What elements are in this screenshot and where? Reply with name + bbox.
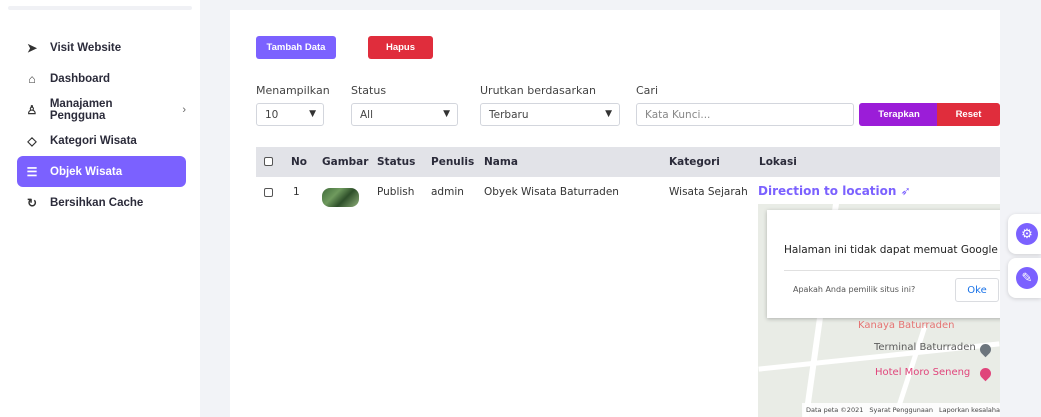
column-header-no: No — [291, 156, 308, 168]
column-header-category: Kategori — [669, 156, 720, 168]
sort-select[interactable]: Terbaru ▼ — [480, 103, 620, 126]
row-author: admin — [431, 186, 464, 198]
map-place-label: Hotel Moro Seneng — [875, 367, 971, 378]
status-select[interactable]: All ▼ — [351, 103, 458, 126]
chevron-right-icon: › — [182, 103, 186, 116]
sidebar-item-dashboard[interactable]: ⌂ Dashboard — [17, 63, 186, 94]
chevron-down-icon: ▼ — [443, 109, 450, 119]
column-header-image: Gambar — [322, 156, 369, 168]
row-thumbnail-image — [322, 188, 359, 207]
show-label: Menampilkan — [256, 84, 330, 97]
location-map[interactable]: Halaman ini tidak dapat memuat Google Ma… — [758, 204, 1000, 417]
show-count-select[interactable]: 10 ▼ — [256, 103, 324, 126]
direction-link[interactable]: Direction to location ➶ — [758, 184, 911, 198]
sidebar-item-label: Kategori Wisata — [50, 134, 137, 147]
chevron-down-icon: ▼ — [605, 109, 612, 119]
pencil-icon: ✎ — [1016, 267, 1038, 289]
column-header-location: Lokasi — [759, 156, 797, 168]
map-ok-button[interactable]: Oke — [955, 278, 999, 302]
sidebar-item-label: Dashboard — [50, 72, 111, 85]
column-header-status: Status — [377, 156, 416, 168]
row-status: Publish — [377, 186, 415, 198]
row-category: Wisata Sejarah — [669, 186, 748, 198]
sidebar-item-label: Manajamen Pengguna — [49, 97, 113, 122]
map-owner-question: Apakah Anda pemilik situs ini? — [793, 285, 916, 294]
sidebar-item-label: Visit Website — [50, 41, 122, 54]
search-label: Cari — [636, 84, 658, 97]
sort-label: Urutkan berdasarkan — [480, 84, 596, 97]
sidebar-item-label: Bersihkan Cache — [50, 196, 144, 209]
table-header: No Gambar Status Penulis Nama Kategori L… — [256, 147, 1000, 177]
delete-button[interactable]: Hapus — [368, 36, 433, 59]
status-label: Status — [351, 84, 387, 97]
sidebar-item-user-management[interactable]: ♙ Manajamen Pengguna › — [17, 94, 186, 125]
sidebar-item-visit-website[interactable]: ➤ Visit Website — [17, 32, 186, 63]
hotel-pin-icon — [977, 365, 994, 382]
sidebar-item-label: Objek Wisata — [50, 165, 123, 178]
map-report-link[interactable]: Laporkan kesalahan peta — [939, 406, 1000, 414]
row-name: Obyek Wisata Baturraden — [484, 186, 619, 198]
settings-float-button[interactable]: ⚙ — [1008, 214, 1041, 254]
content-card: Tambah Data Hapus Menampilkan 10 ▼ Statu… — [230, 10, 1000, 417]
sort-value: Terbaru — [489, 108, 529, 121]
map-error-title: Halaman ini tidak dapat memuat Google Ma… — [784, 244, 1000, 256]
sidebar: ➤ Visit Website ⌂ Dashboard ♙ Manajamen … — [0, 0, 200, 417]
tag-icon: ◇ — [27, 133, 37, 148]
column-header-name: Nama — [484, 156, 518, 168]
list-icon: ☰ — [26, 164, 38, 179]
sidebar-item-clear-cache[interactable]: ↻ Bersihkan Cache — [17, 187, 186, 218]
sidebar-item-tourism-objects[interactable]: ☰ Objek Wisata — [17, 156, 186, 187]
map-terms-link[interactable]: Syarat Penggunaan — [869, 406, 933, 414]
show-count-value: 10 — [265, 108, 279, 121]
home-icon: ⌂ — [28, 71, 36, 86]
sidebar-item-tourism-category[interactable]: ◇ Kategori Wisata — [17, 125, 186, 156]
sidebar-divider — [8, 6, 192, 10]
map-data-credit: Data peta ©2021 — [806, 406, 864, 414]
user-icon: ♙ — [26, 102, 38, 117]
select-all-checkbox[interactable] — [264, 157, 273, 166]
row-checkbox[interactable] — [264, 188, 273, 197]
column-header-author: Penulis — [431, 156, 475, 168]
map-footer: Data peta ©2021 Syarat Penggunaan Lapork… — [802, 403, 1000, 417]
map-place-label: Terminal Baturraden — [874, 342, 976, 353]
refresh-icon: ↻ — [26, 195, 38, 210]
chevron-down-icon: ▼ — [309, 109, 316, 119]
edit-float-button[interactable]: ✎ — [1008, 258, 1041, 298]
dialog-divider — [784, 270, 1000, 271]
gear-icon: ⚙ — [1016, 223, 1038, 245]
row-number: 1 — [293, 186, 300, 198]
send-icon: ➤ — [26, 40, 38, 55]
status-value: All — [360, 108, 374, 121]
reset-button[interactable]: Reset — [937, 103, 1000, 126]
add-data-button[interactable]: Tambah Data — [256, 36, 336, 59]
map-place-label: Kanaya Baturraden — [858, 320, 955, 331]
search-input[interactable]: Kata Kunci... — [636, 103, 854, 126]
map-error-dialog: Halaman ini tidak dapat memuat Google Ma… — [767, 210, 1000, 318]
apply-button[interactable]: Terapkan — [859, 103, 939, 126]
